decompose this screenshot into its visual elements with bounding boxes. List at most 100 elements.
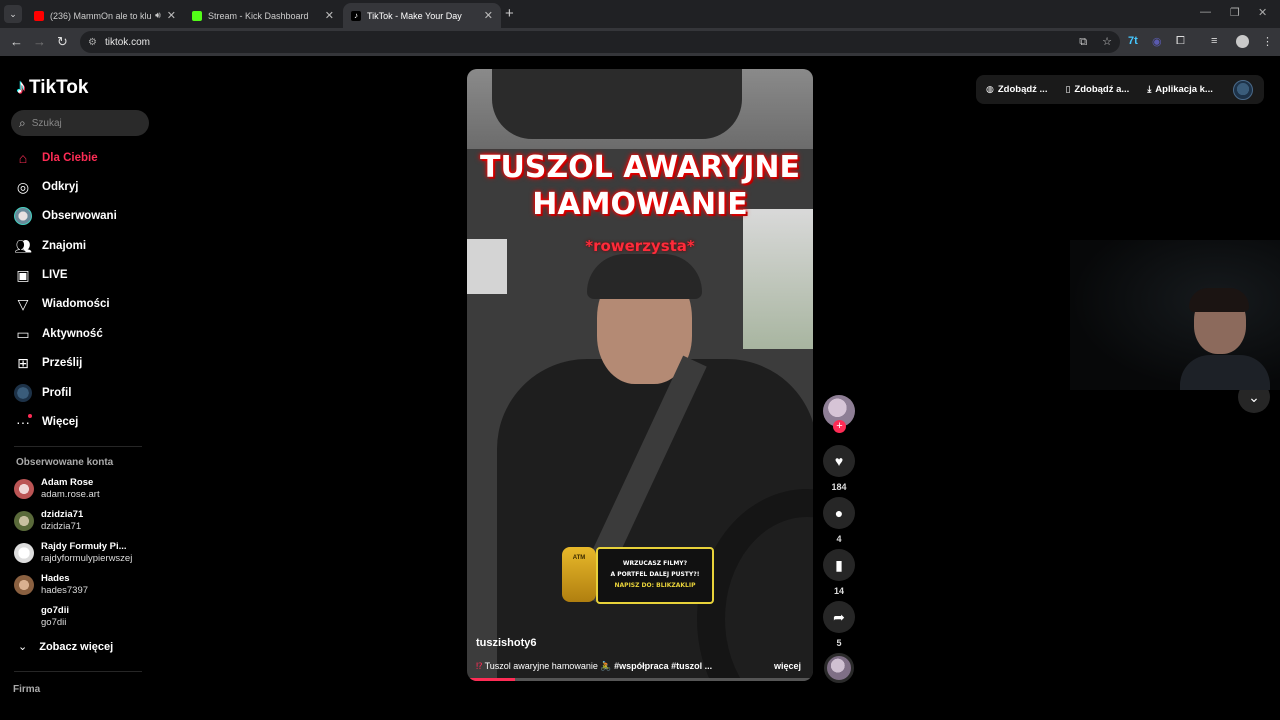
nav-item-messages[interactable]: ▽ Wiadomości <box>14 293 110 315</box>
follow-plus-icon[interactable]: + <box>833 420 846 433</box>
nav-item-profile[interactable]: Profil <box>14 382 71 404</box>
tab-title: (236) MammOn ale to klub: <box>50 10 152 21</box>
heart-icon[interactable]: ♥ <box>823 445 855 477</box>
comment-button[interactable]: ● 4 <box>823 497 855 544</box>
reload-icon[interactable]: ↻ <box>57 34 68 50</box>
home-icon: ⌂ <box>18 150 28 166</box>
close-tab-icon[interactable]: ✕ <box>484 9 493 22</box>
account-handle: rajdyformulypierwszej <box>41 553 133 564</box>
site-info-icon[interactable]: ⚙ <box>88 37 97 48</box>
video-overlay-subtitle: *rowerzysta* <box>585 237 695 255</box>
nav-item-following[interactable]: Obserwowani <box>14 205 117 227</box>
followed-account-item[interactable]: Rajdy Formuły Pi... rajdyformulypierwszej <box>14 541 132 565</box>
video-frame <box>587 254 702 299</box>
browser-menu-icon[interactable]: ⋮ <box>1262 35 1273 48</box>
address-bar[interactable]: ⚙ tiktok.com ⧉ ☆ <box>80 31 1120 53</box>
nav-label: Obserwowani <box>42 210 117 222</box>
forward-arrow-icon[interactable]: → <box>33 34 46 49</box>
account-name: dzidzia71 <box>41 509 84 520</box>
nav-label: Odkryj <box>42 181 79 193</box>
button-label: Aplikacja k... <box>1155 84 1213 95</box>
install-app-icon[interactable]: ⧉ <box>1079 36 1087 48</box>
nav-item-live[interactable]: ▣ LIVE <box>14 264 68 286</box>
search-icon[interactable]: ⌕ <box>19 116 26 131</box>
video-author[interactable]: tuszishoty6 <box>476 637 537 649</box>
ad-text: A PORTFEL DALEJ PUSTY?! <box>610 571 700 578</box>
like-button[interactable]: ♥ 184 <box>823 445 855 492</box>
save-button[interactable]: ▮ 14 <box>823 549 855 596</box>
hashtags[interactable]: #współpraca #tuszol ... <box>614 661 712 671</box>
video-player[interactable]: TUSZOL AWARYJNE HAMOWANIE *rowerzysta* A… <box>467 69 813 681</box>
title-line: TUSZOL AWARYJNE <box>479 150 801 185</box>
more-description-button[interactable]: więcej <box>774 661 801 671</box>
share-arrow-icon[interactable]: ➦ <box>823 601 855 633</box>
extension-icon[interactable]: 7t <box>1128 35 1138 47</box>
nav-item-for-you[interactable]: ⌂ Dla Ciebie <box>14 147 98 169</box>
title-line: HAMOWANIE <box>532 187 748 222</box>
window-close-icon[interactable]: ✕ <box>1258 6 1267 19</box>
nav-label: LIVE <box>42 269 68 281</box>
ad-text: WRZUCASZ FILMY? <box>622 560 688 567</box>
browser-tab-tiktok[interactable]: ♪ TikTok - Make Your Day ✕ <box>343 3 501 28</box>
get-coins-button[interactable]: ◍ Zdobądź ... <box>986 84 1047 95</box>
nav-label: Aktywność <box>42 328 103 340</box>
browser-tab-kick[interactable]: Stream - Kick Dashboard ✕ <box>184 3 342 28</box>
followed-account-item[interactable]: Adam Rose adam.rose.art <box>14 477 100 501</box>
atm-mascot: ATM <box>562 547 596 602</box>
notification-dot <box>28 414 32 418</box>
account-handle: hades7397 <box>41 585 89 596</box>
speaker-icon[interactable]: 🔊︎ <box>155 10 161 21</box>
media-controls-icon[interactable]: ≡ <box>1211 35 1217 47</box>
nav-item-upload[interactable]: ⊞ Prześlij <box>14 352 82 374</box>
tiktok-logo[interactable]: ♪ TikTok <box>16 76 88 99</box>
desktop-app-button[interactable]: ⤓ Aplikacja k... <box>1147 84 1213 95</box>
extensions-puzzle-icon[interactable]: ⧠ <box>1176 35 1185 48</box>
video-progress-bar[interactable] <box>467 678 813 681</box>
nav-label: Wiadomości <box>42 298 110 310</box>
bookmark-icon[interactable]: ▮ <box>823 549 855 581</box>
progress-fill <box>467 678 516 681</box>
see-more-button[interactable]: ⌄ Zobacz więcej <box>18 640 113 654</box>
account-name: go7dii <box>41 605 69 616</box>
followed-account-item[interactable]: Hades hades7397 <box>14 573 88 597</box>
nav-item-more[interactable]: ··· Więcej <box>14 411 78 433</box>
message-icon: ▭ <box>16 325 30 342</box>
chevron-down-icon: ⌄ <box>18 641 28 653</box>
browser-profile-avatar[interactable] <box>1236 35 1249 48</box>
extension-icon[interactable]: ◉ <box>1152 35 1162 48</box>
nav-item-friends[interactable]: 👥︎ Znajomi <box>14 235 86 257</box>
more-icon: ··· <box>16 414 32 430</box>
browser-tab-youtube[interactable]: (236) MammOn ale to klub: 🔊︎ ✕ <box>26 3 184 28</box>
search-input[interactable] <box>31 117 132 129</box>
video-overlay-title: TUSZOL AWARYJNE HAMOWANIE <box>467 149 813 223</box>
get-app-button[interactable]: ▯ Zdobądź a... <box>1065 84 1129 95</box>
search-box[interactable]: ⌕ <box>11 110 149 136</box>
tiktok-note-icon: ♪ <box>16 76 26 98</box>
maximize-icon[interactable]: ❐ <box>1230 6 1240 19</box>
user-avatar[interactable] <box>1233 80 1253 100</box>
followed-account-item[interactable]: dzidzia71 dzidzia71 <box>14 509 83 533</box>
minimize-icon[interactable]: — <box>1200 6 1211 18</box>
profile-avatar-icon <box>14 384 32 402</box>
nav-item-activity[interactable]: ▭ Aktywność <box>14 323 103 345</box>
comment-icon[interactable]: ● <box>823 497 855 529</box>
tab-title: Stream - Kick Dashboard <box>208 10 309 21</box>
nav-item-explore[interactable]: ◎ Odkryj <box>14 176 79 198</box>
tab-search-button[interactable]: ⌄ <box>4 5 22 23</box>
music-disc-icon[interactable] <box>824 653 854 683</box>
bookmark-star-icon[interactable]: ☆ <box>1102 36 1112 48</box>
webcam-person <box>1180 355 1270 390</box>
account-avatar <box>14 607 34 627</box>
new-tab-button[interactable]: + <box>505 5 514 22</box>
browser-toolbar: ← → ↻ ⚙ tiktok.com ⧉ ☆ 7t ◉ ⧠ ≡ ⋮ <box>0 28 1280 56</box>
close-tab-icon[interactable]: ✕ <box>167 9 176 22</box>
footer-company-title[interactable]: Firma <box>13 684 40 695</box>
kick-favicon-icon <box>192 10 202 21</box>
followed-account-item[interactable]: go7dii go7dii <box>14 605 69 629</box>
video-frame <box>743 209 813 349</box>
close-tab-icon[interactable]: ✕ <box>325 9 334 22</box>
warning-icon: ⁉ <box>476 661 483 671</box>
button-label: Zdobądź ... <box>997 84 1048 95</box>
share-button[interactable]: ➦ 5 <box>823 601 855 648</box>
back-arrow-icon[interactable]: ← <box>10 34 23 49</box>
